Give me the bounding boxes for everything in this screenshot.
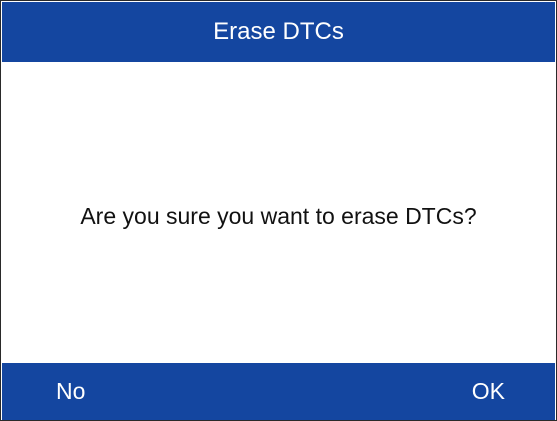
- soft-key-bar: No OK: [2, 363, 555, 420]
- title-bar: Erase DTCs: [2, 2, 555, 62]
- confirmation-message: Are you sure you want to erase DTCs?: [80, 203, 477, 229]
- confirmation-message-area: Are you sure you want to erase DTCs?: [2, 62, 555, 363]
- erase-dtcs-screen: Erase DTCs Are you sure you want to eras…: [0, 0, 557, 421]
- ok-button-label: OK: [471, 378, 505, 404]
- screen-title: Erase DTCs: [213, 18, 344, 45]
- no-button-label: No: [56, 378, 86, 404]
- ok-button[interactable]: OK: [468, 363, 509, 420]
- no-button[interactable]: No: [52, 363, 89, 420]
